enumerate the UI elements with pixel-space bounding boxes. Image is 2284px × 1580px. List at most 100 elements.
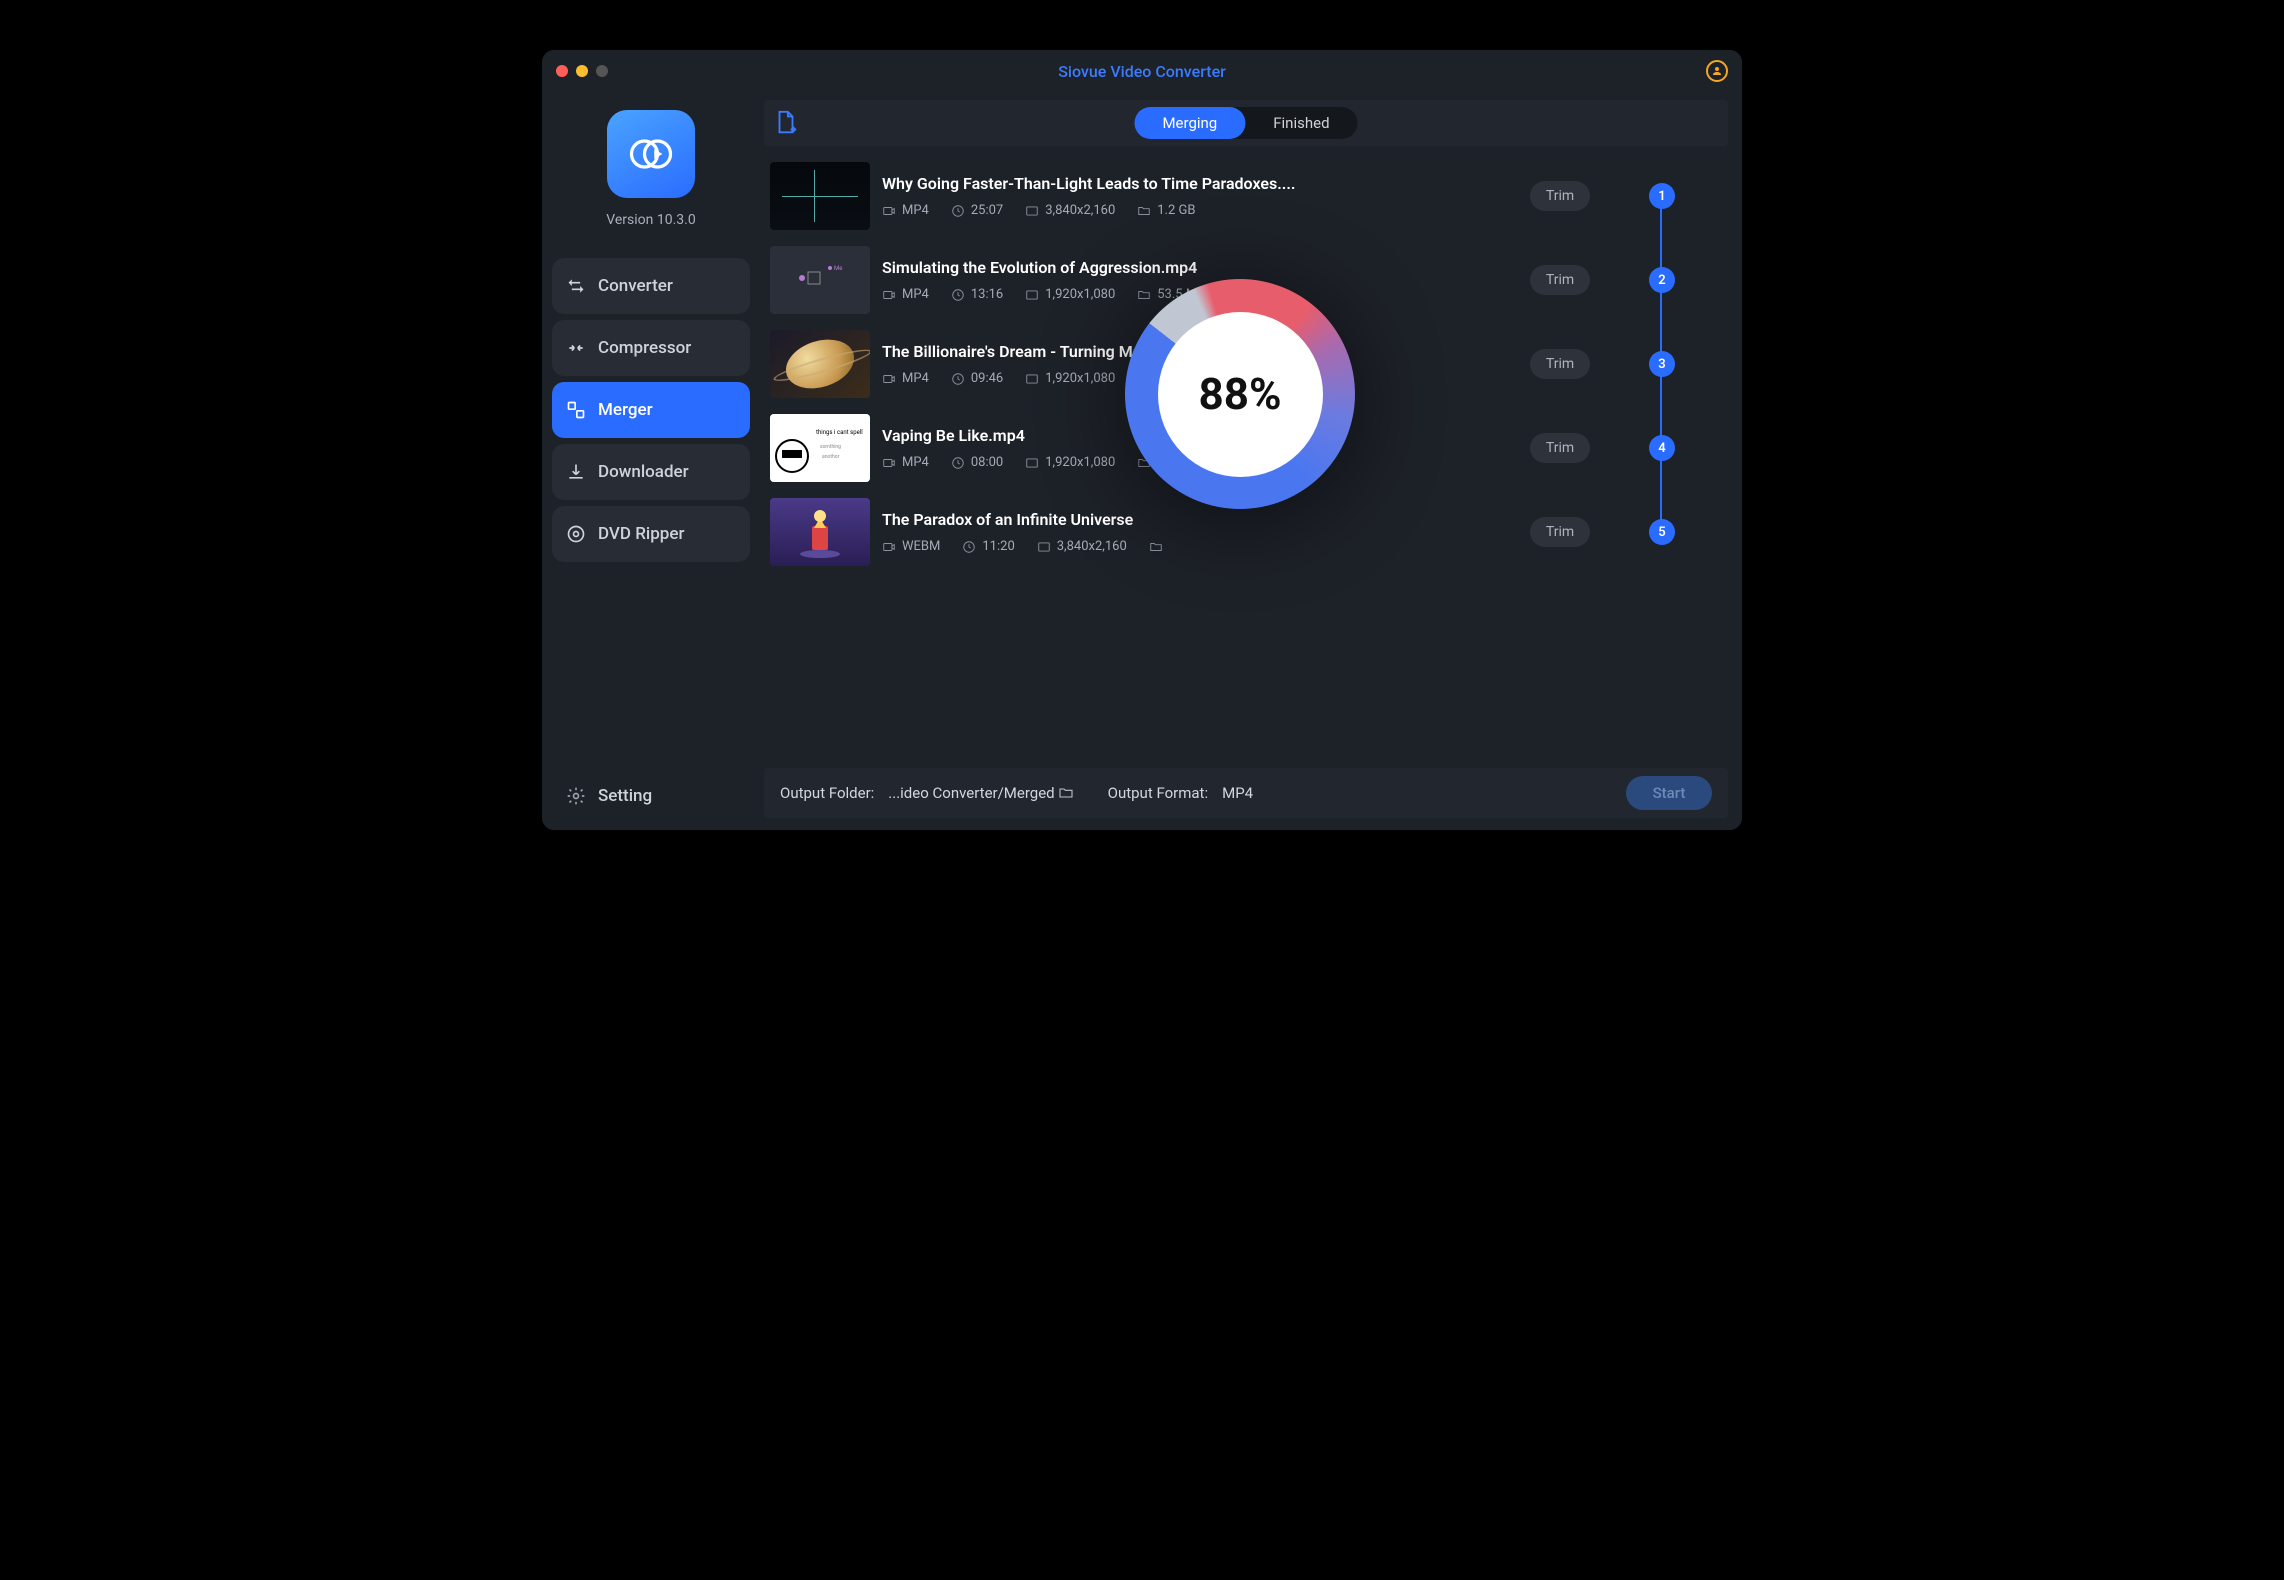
clock-icon [951, 456, 965, 470]
video-icon [882, 456, 896, 470]
app-window: Siovue Video Converter Version 10.3.0 Co… [542, 50, 1742, 830]
clock-icon [951, 204, 965, 218]
tab-finished[interactable]: Finished [1245, 107, 1357, 139]
disc-icon [566, 524, 586, 544]
footer-bar: Output Folder: ...ideo Converter/Merged … [764, 768, 1728, 818]
video-icon [882, 540, 896, 554]
titlebar: Siovue Video Converter [542, 50, 1742, 92]
maximize-window-button[interactable] [596, 65, 608, 77]
video-icon [882, 372, 896, 386]
order-badge[interactable]: 5 [1649, 519, 1675, 545]
sidebar-item-label: Compressor [598, 338, 691, 358]
clock-icon [962, 540, 976, 554]
trim-button[interactable]: Trim [1530, 433, 1590, 463]
main-panel: Merging Finished Why Going Faster-Than-L… [760, 92, 1742, 830]
video-icon [882, 204, 896, 218]
add-file-button[interactable] [774, 110, 798, 136]
app-logo-icon [607, 110, 695, 198]
file-resolution: 1,920x1,080 [1025, 455, 1115, 470]
file-duration: 09:46 [951, 371, 1003, 386]
tab-merging[interactable]: Merging [1134, 107, 1245, 139]
resolution-icon [1025, 372, 1039, 386]
sidebar-item-merger[interactable]: Merger [552, 382, 750, 438]
order-badge[interactable]: 4 [1649, 435, 1675, 461]
output-format-label: Output Format: [1108, 784, 1208, 802]
minimize-window-button[interactable] [576, 65, 588, 77]
file-size [1149, 539, 1169, 554]
folder-icon [1137, 204, 1151, 218]
video-thumbnail: things i cant spell somthing anothor [770, 414, 870, 482]
trim-button[interactable]: Trim [1530, 517, 1590, 547]
video-thumbnail [770, 162, 870, 230]
file-format: MP4 [882, 287, 929, 302]
add-file-icon [774, 110, 798, 136]
file-format: WEBM [882, 539, 940, 554]
output-folder-value[interactable]: ...ideo Converter/Merged [888, 784, 1073, 802]
svg-text:somthing: somthing [820, 444, 841, 450]
file-format: MP4 [882, 203, 929, 218]
output-folder-label: Output Folder: [780, 784, 874, 802]
topbar: Merging Finished [764, 100, 1728, 146]
file-duration: 08:00 [951, 455, 1003, 470]
window-controls [556, 65, 608, 77]
app-title: Siovue Video Converter [542, 62, 1742, 81]
video-thumbnail [770, 330, 870, 398]
order-badge[interactable]: 1 [1649, 183, 1675, 209]
file-resolution: 1,920x1,080 [1025, 287, 1115, 302]
start-button[interactable]: Start [1626, 776, 1712, 810]
sidebar-item-converter[interactable]: Converter [552, 258, 750, 314]
file-duration: 25:07 [951, 203, 1003, 218]
progress-percent: 88% [1198, 368, 1281, 420]
sidebar-item-compressor[interactable]: Compressor [552, 320, 750, 376]
merge-icon [566, 400, 586, 420]
sidebar-item-label: Downloader [598, 462, 689, 482]
logo-block: Version 10.3.0 [552, 110, 750, 228]
clock-icon [951, 372, 965, 386]
svg-text:anothor: anothor [822, 454, 840, 460]
resolution-icon [1025, 456, 1039, 470]
resolution-icon [1025, 288, 1039, 302]
sidebar-item-label: DVD Ripper [598, 524, 684, 544]
resolution-icon [1025, 204, 1039, 218]
trim-button[interactable]: Trim [1530, 265, 1590, 295]
profile-button[interactable] [1706, 60, 1728, 82]
video-thumbnail: Me [770, 246, 870, 314]
setting-label: Setting [598, 786, 652, 806]
svg-text:things i cant spell: things i cant spell [816, 429, 863, 436]
order-badge[interactable]: 2 [1649, 267, 1675, 293]
folder-icon [1058, 785, 1074, 801]
output-format-value[interactable]: MP4 [1222, 784, 1253, 802]
close-window-button[interactable] [556, 65, 568, 77]
resolution-icon [1037, 540, 1051, 554]
svg-text:Me: Me [834, 265, 842, 272]
file-format: MP4 [882, 371, 929, 386]
file-info: Why Going Faster-Than-Light Leads to Tim… [882, 174, 1518, 218]
file-resolution: 1,920x1,080 [1025, 371, 1115, 386]
sidebar: Version 10.3.0 Converter Compressor Merg… [542, 92, 760, 830]
gear-icon [566, 786, 586, 806]
clock-icon [951, 288, 965, 302]
trim-button[interactable]: Trim [1530, 181, 1590, 211]
sidebar-item-label: Converter [598, 276, 673, 296]
user-icon [1711, 65, 1723, 77]
video-thumbnail [770, 498, 870, 566]
sidebar-item-dvd-ripper[interactable]: DVD Ripper [552, 506, 750, 562]
nav: Converter Compressor Merger Downloader D… [552, 258, 750, 562]
sidebar-item-setting[interactable]: Setting [552, 772, 750, 820]
sidebar-item-downloader[interactable]: Downloader [552, 444, 750, 500]
file-size: 1.2 GB [1137, 203, 1195, 218]
file-info: The Paradox of an Infinite Universe WEBM… [882, 510, 1518, 554]
progress-overlay: 88% [1120, 274, 1360, 514]
app-version: Version 10.3.0 [606, 212, 695, 228]
sidebar-item-label: Merger [598, 400, 653, 420]
order-badge[interactable]: 3 [1649, 351, 1675, 377]
folder-icon [1149, 540, 1163, 554]
convert-icon [566, 276, 586, 296]
file-row: Why Going Faster-Than-Light Leads to Tim… [770, 156, 1722, 240]
progress-ring: 88% [1125, 279, 1355, 509]
trim-button[interactable]: Trim [1530, 349, 1590, 379]
file-resolution: 3,840x2,160 [1037, 539, 1127, 554]
status-tabs: Merging Finished [1134, 107, 1357, 139]
file-title: Why Going Faster-Than-Light Leads to Tim… [882, 174, 1518, 193]
file-duration: 13:16 [951, 287, 1003, 302]
